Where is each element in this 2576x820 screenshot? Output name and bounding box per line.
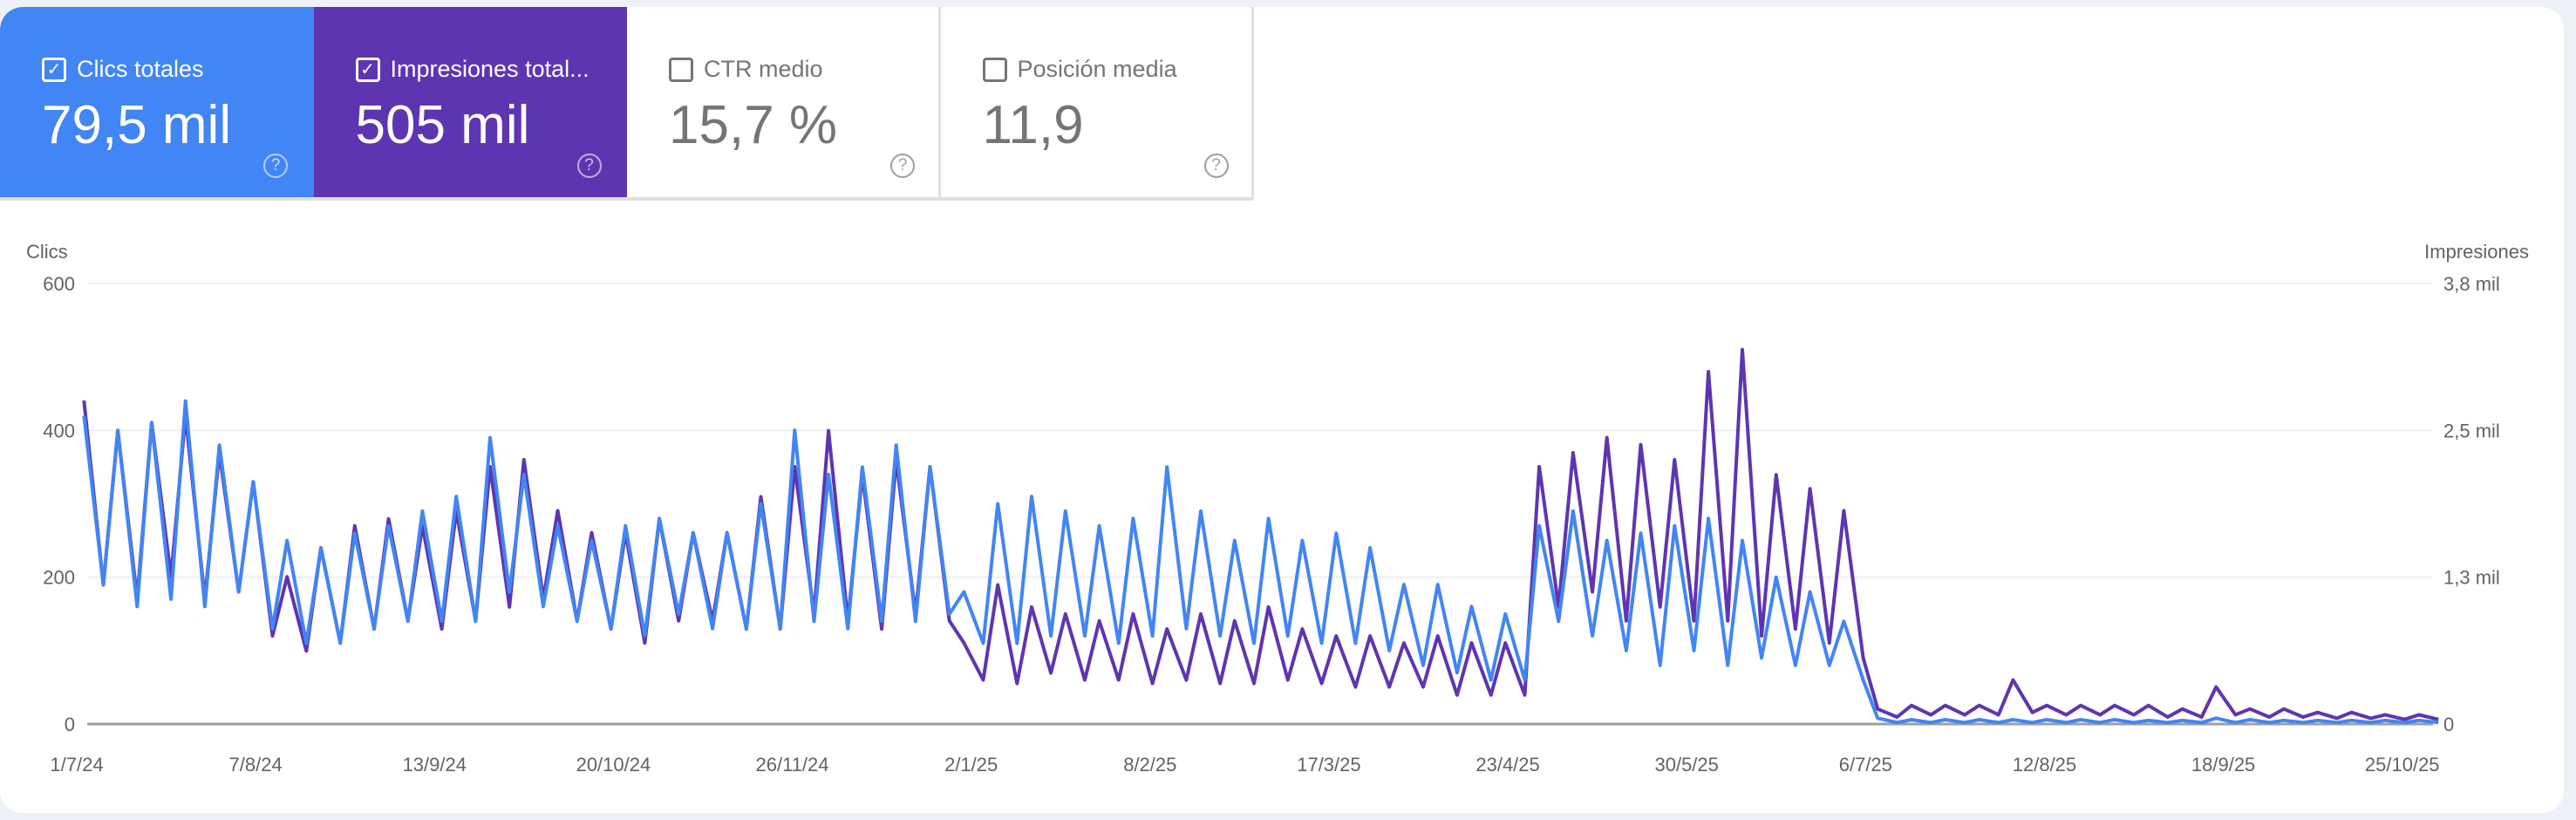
y-axis-right-label: Impresiones [2424,241,2529,263]
x-tick-label: 17/3/25 [1297,754,1360,776]
y-tick-left: 0 [65,714,75,735]
impressions-points [84,349,2439,720]
x-tick-label: 20/10/24 [576,754,651,776]
x-tick-label: 25/10/25 [2365,754,2440,776]
x-tick-label: 26/11/24 [756,754,829,776]
x-tick-label: 1/7/24 [50,754,103,776]
clicks-series-line [82,399,2439,725]
x-tick-label: 23/4/25 [1475,754,1539,776]
y-tick-right: 0 [2443,714,2454,735]
x-tick-label: 7/8/24 [229,754,283,776]
y-tick-left: 600 [43,273,75,295]
x-tick-label: 18/9/25 [2191,754,2255,776]
x-tick-label: 30/5/25 [1654,754,1718,776]
impressions-series-line [82,347,2439,721]
performance-chart: Clics Impresiones 0 0 200 1,3 mil 400 2,5 mil… [26,241,2529,776]
x-tick-label: 8/2/25 [1123,754,1176,776]
y-tick-left: 200 [43,567,75,589]
clicks-points [84,400,2439,723]
x-tick-label: 12/8/25 [2013,754,2076,776]
y-axis-left-label: Clics [26,241,68,263]
y-tick-right: 2,5 mil [2443,420,2500,441]
x-tick-label: 13/9/24 [403,754,467,776]
y-tick-right: 3,8 mil [2443,273,2500,295]
x-tick-label: 2/1/25 [944,754,998,776]
x-tick-label: 6/7/25 [1839,754,1892,776]
y-tick-right: 1,3 mil [2443,567,2500,589]
y-tick-left: 400 [43,420,75,441]
